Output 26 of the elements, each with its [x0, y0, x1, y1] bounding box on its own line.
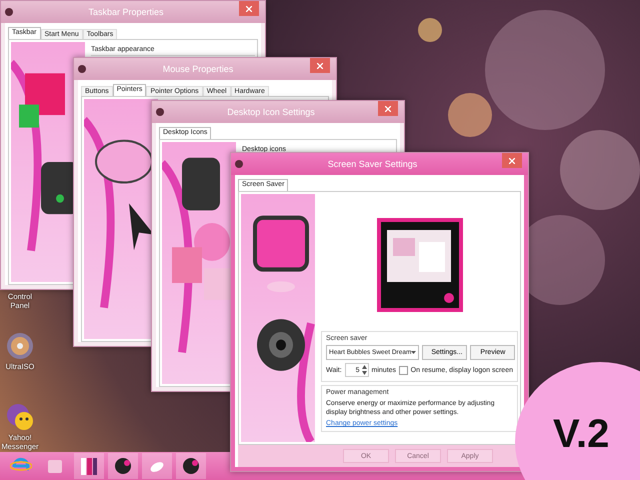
- version-badge: V.2: [515, 362, 640, 480]
- close-icon: [385, 106, 391, 112]
- window-title: Screen Saver Settings: [326, 159, 418, 169]
- close-icon: [509, 158, 515, 164]
- bokeh-light: [418, 18, 442, 42]
- smiley-icon[interactable]: [6, 403, 34, 431]
- window-icon: [156, 108, 164, 116]
- paint-icon[interactable]: [180, 455, 202, 477]
- caret-icon: [411, 351, 416, 354]
- disc-icon[interactable]: [6, 332, 34, 360]
- window-title: Taskbar Properties: [87, 7, 165, 17]
- paint-icon[interactable]: [112, 455, 134, 477]
- close-icon: [317, 62, 323, 68]
- window-icon: [5, 8, 13, 16]
- close-button[interactable]: [310, 58, 330, 73]
- window-title: Desktop Icon Settings: [226, 107, 316, 117]
- close-button[interactable]: [502, 153, 522, 168]
- close-button[interactable]: [239, 1, 259, 16]
- window-icon: [78, 65, 86, 73]
- window-icon: [235, 160, 243, 168]
- close-icon: [246, 6, 252, 12]
- spin-arrows-icon[interactable]: [362, 364, 367, 376]
- checkbox[interactable]: [399, 366, 408, 374]
- window-title: Mouse Properties: [162, 64, 234, 74]
- books-icon[interactable]: [78, 455, 100, 477]
- close-button[interactable]: [378, 101, 398, 116]
